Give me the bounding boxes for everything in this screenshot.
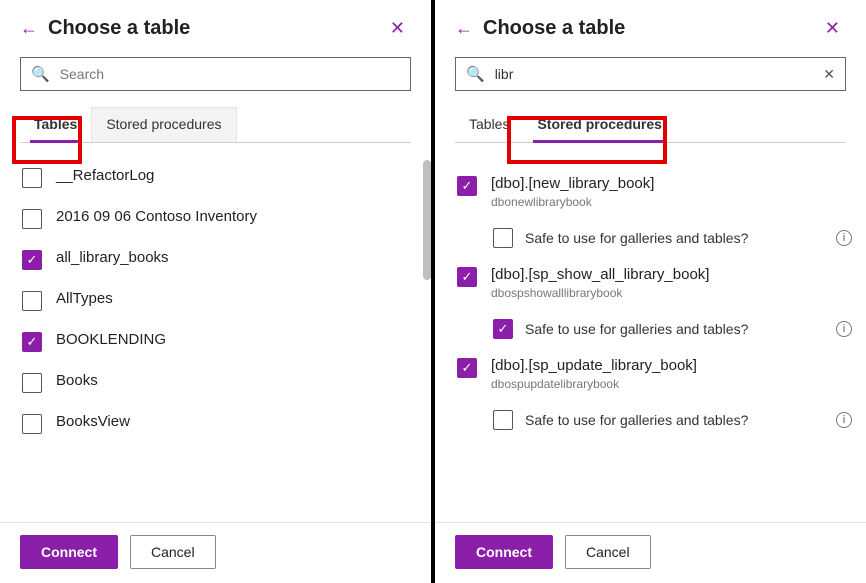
search-input[interactable] [58, 65, 400, 83]
safe-to-use-row[interactable]: ✓ Safe to use for galleries and tables? i [457, 310, 852, 347]
checkbox[interactable] [22, 414, 42, 434]
panel-title: Choose a table [48, 17, 384, 40]
tab-stored-procedures[interactable]: Stored procedures [523, 107, 675, 142]
checkbox[interactable]: ✓ [493, 319, 513, 339]
sproc-name: [dbo].[sp_update_library_book] [491, 357, 697, 375]
footer: Connect Cancel [435, 522, 866, 583]
checkbox[interactable] [493, 410, 513, 430]
choose-table-panel-left: ← Choose a table ✕ 🔍 Tables Stored proce… [0, 0, 431, 583]
tab-tables[interactable]: Tables [20, 107, 91, 142]
tab-tables[interactable]: Tables [455, 107, 523, 142]
checkbox[interactable] [22, 373, 42, 393]
search-icon: 🔍 [466, 65, 485, 83]
close-icon[interactable]: ✕ [384, 14, 411, 43]
sproc-row[interactable]: ✓ [dbo].[sp_show_all_library_book]dbospsh… [457, 256, 852, 310]
table-row[interactable]: ✓ all_library_books [22, 239, 417, 280]
table-name: __RefactorLog [56, 167, 154, 185]
sproc-subtext: dbospupdatelibrarybook [491, 377, 697, 391]
safe-to-use-row[interactable]: Safe to use for galleries and tables? i [457, 219, 852, 256]
table-name: BooksView [56, 413, 130, 431]
table-row[interactable]: 2016 09 06 Contoso Inventory [22, 198, 417, 239]
table-name: Books [56, 372, 98, 390]
checkbox[interactable]: ✓ [22, 250, 42, 270]
back-arrow-icon[interactable]: ← [20, 18, 38, 39]
checkbox[interactable] [22, 291, 42, 311]
checkbox[interactable]: ✓ [457, 176, 477, 196]
clear-search-icon[interactable]: ✕ [823, 66, 835, 83]
tabs: Tables Stored procedures [20, 107, 411, 143]
table-name: BOOKLENDING [56, 331, 166, 349]
choose-table-panel-right: ← Choose a table ✕ 🔍 ✕ Tables Stored pro… [435, 0, 866, 583]
safe-to-use-row[interactable]: Safe to use for galleries and tables? i [457, 401, 852, 438]
connect-button[interactable]: Connect [20, 535, 118, 569]
search-icon: 🔍 [31, 65, 50, 83]
footer: Connect Cancel [0, 522, 431, 583]
table-row[interactable]: ✓ BOOKLENDING [22, 321, 417, 362]
safe-label: Safe to use for galleries and tables? [525, 412, 830, 428]
sproc-subtext: dbospshowalllibrarybook [491, 286, 709, 300]
sproc-row[interactable]: ✓ [dbo].[sp_update_library_book] dbospupda… [457, 347, 852, 401]
safe-label: Safe to use for galleries and tables? [525, 321, 830, 337]
connect-button[interactable]: Connect [455, 535, 553, 569]
sproc-row[interactable]: ✓ [dbo].[new_library_book] dbonewlibrarybo… [457, 165, 852, 219]
header: ← Choose a table ✕ [0, 0, 431, 53]
table-name: 2016 09 06 Contoso Inventory [56, 208, 257, 226]
checkbox[interactable]: ✓ [22, 332, 42, 352]
tab-stored-procedures[interactable]: Stored procedures [91, 107, 236, 142]
tabs: Tables Stored procedures [455, 107, 846, 143]
cancel-button[interactable]: Cancel [565, 535, 651, 569]
safe-label: Safe to use for galleries and tables? [525, 230, 830, 246]
table-row[interactable]: __RefactorLog [22, 157, 417, 198]
close-icon[interactable]: ✕ [819, 14, 846, 43]
table-list[interactable]: __RefactorLog 2016 09 06 Contoso Inventor… [0, 143, 431, 522]
search-input[interactable] [493, 65, 824, 83]
table-row[interactable]: AllTypes [22, 280, 417, 321]
checkbox[interactable]: ✓ [457, 358, 477, 378]
table-row[interactable]: BooksView [22, 403, 417, 444]
search-box[interactable]: 🔍 ✕ [455, 57, 846, 91]
sproc-name: [dbo].[new_library_book] [491, 175, 654, 193]
cancel-button[interactable]: Cancel [130, 535, 216, 569]
checkbox[interactable]: ✓ [457, 267, 477, 287]
header: ← Choose a table ✕ [435, 0, 866, 53]
checkbox[interactable] [22, 209, 42, 229]
back-arrow-icon[interactable]: ← [455, 18, 473, 39]
info-icon[interactable]: i [836, 321, 852, 337]
table-row[interactable]: Books [22, 362, 417, 403]
sproc-name: [dbo].[sp_show_all_library_book] [491, 266, 709, 284]
scrollbar-thumb[interactable] [423, 160, 431, 280]
sproc-list[interactable]: ✓ [dbo].[new_library_book] dbonewlibrarybo… [435, 143, 866, 522]
table-name: AllTypes [56, 290, 113, 308]
checkbox[interactable] [493, 228, 513, 248]
sproc-subtext: dbonewlibrarybook [491, 195, 654, 209]
table-name: all_library_books [56, 249, 169, 267]
info-icon[interactable]: i [836, 412, 852, 428]
panel-title: Choose a table [483, 17, 819, 40]
search-box[interactable]: 🔍 [20, 57, 411, 91]
checkbox[interactable] [22, 168, 42, 188]
info-icon[interactable]: i [836, 230, 852, 246]
